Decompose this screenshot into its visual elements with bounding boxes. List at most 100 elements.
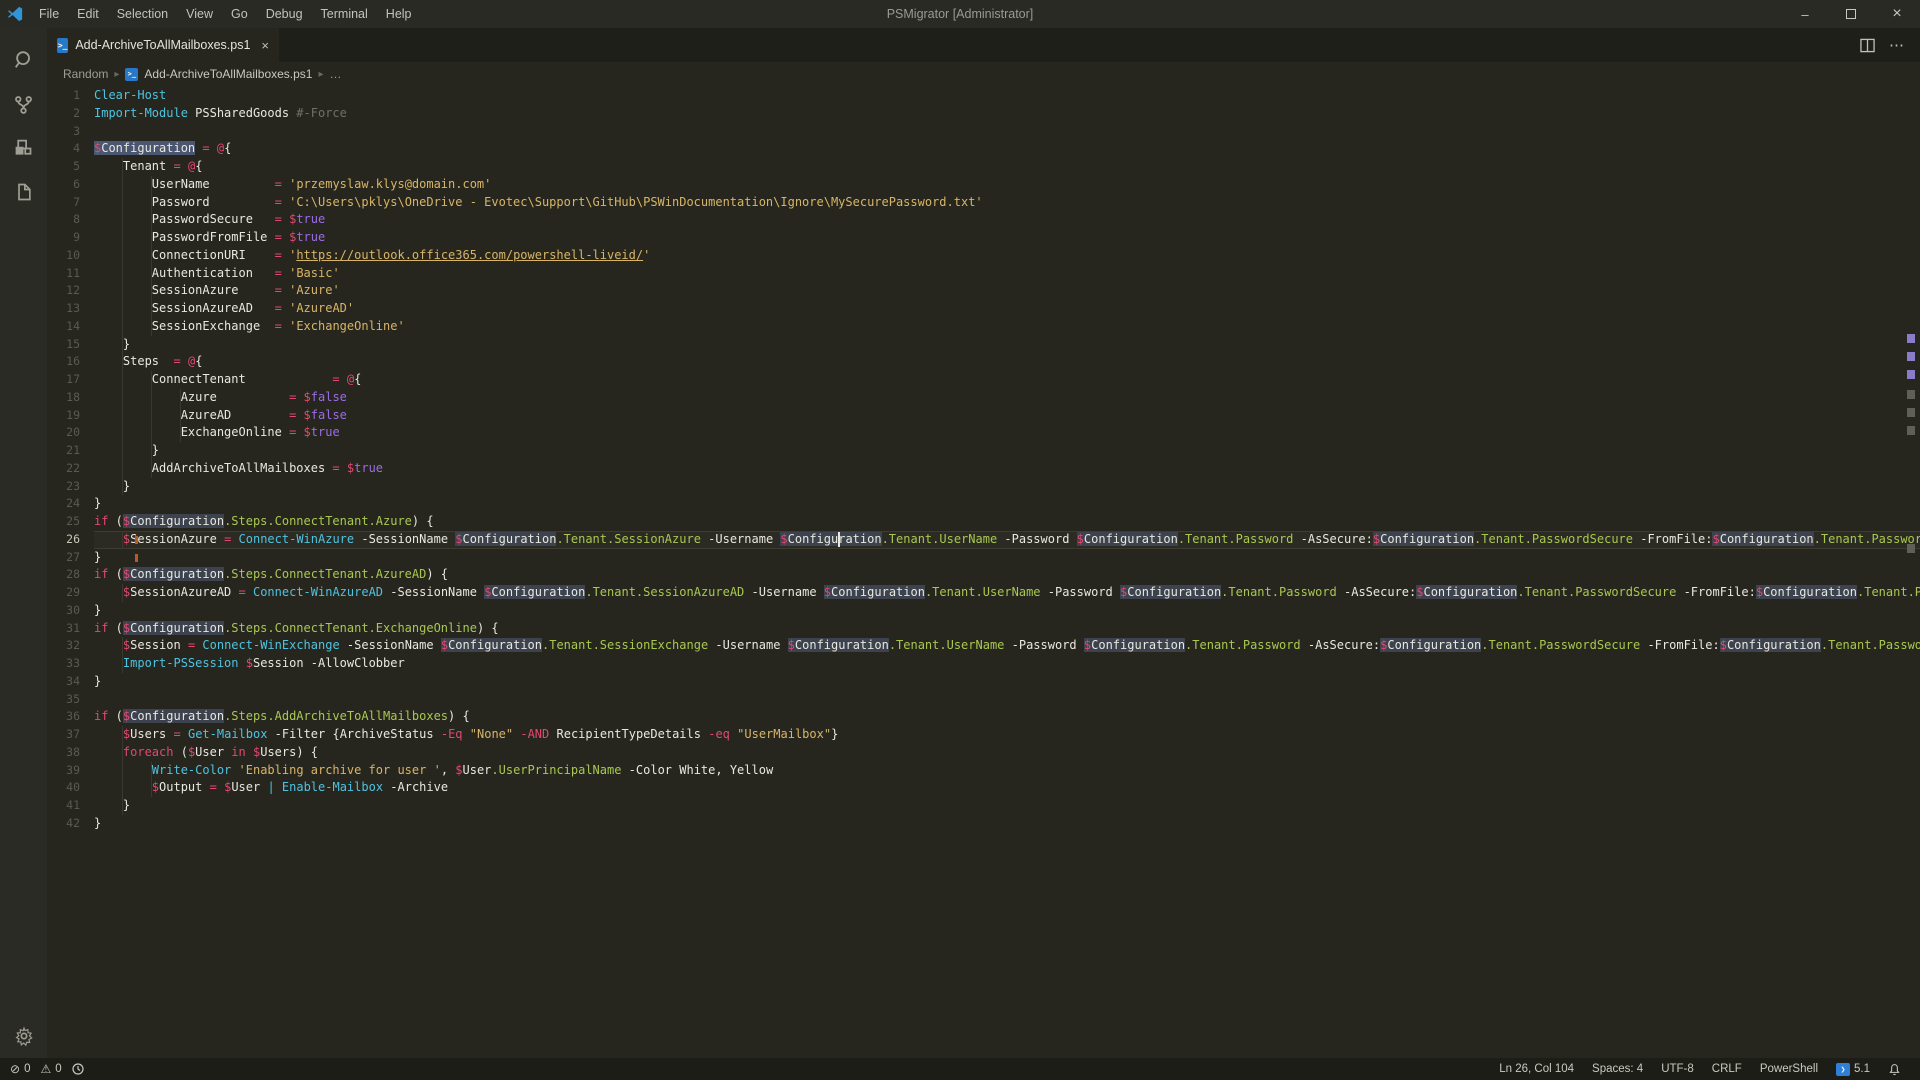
code-line[interactable]: 25if ($Configuration.Steps.ConnectTenant… [47,513,1920,531]
menu-terminal[interactable]: Terminal [312,0,377,28]
cursor-position[interactable]: Ln 26, Col 104 [1490,1063,1583,1075]
code-line[interactable]: 34} [47,673,1920,691]
menu-file[interactable]: File [30,0,68,28]
code-line[interactable]: 17 ConnectTenant = @{ [47,371,1920,389]
indentation[interactable]: Spaces: 4 [1583,1063,1652,1075]
code-line[interactable]: 5 Tenant = @{ [47,158,1920,176]
code-line[interactable]: 2Import-Module PSSharedGoods #-Force [47,105,1920,123]
code-line[interactable]: 29 $SessionAzureAD = Connect-WinAzureAD … [47,584,1920,602]
breadcrumb-folder[interactable]: Random [63,67,108,81]
code-line[interactable]: 38 foreach ($User in $Users) { [47,744,1920,762]
code-line[interactable]: 22 AddArchiveToAllMailboxes = $true [47,460,1920,478]
line-number: 23 [47,478,94,496]
line-number: 27 [47,549,94,567]
line-number: 1 [47,87,94,105]
code-line[interactable]: 30} [47,602,1920,620]
line-number: 2 [47,105,94,123]
chevron-right-icon: ▸ [114,69,119,80]
tab-close-icon[interactable]: × [261,38,269,53]
code-line[interactable]: 40 $Output = $User | Enable-Mailbox -Arc… [47,779,1920,797]
menu-edit[interactable]: Edit [68,0,108,28]
code-line[interactable]: 37 $Users = Get-Mailbox -Filter {Archive… [47,726,1920,744]
warning-icon: ⚠ [40,1062,51,1076]
line-number: 8 [47,211,94,229]
code-line[interactable]: 33 Import-PSSession $Session -AllowClobb… [47,655,1920,673]
code-line[interactable]: 32 $Session = Connect-WinExchange -Sessi… [47,637,1920,655]
code-line[interactable]: 28if ($Configuration.Steps.ConnectTenant… [47,566,1920,584]
menu-go[interactable]: Go [222,0,257,28]
menu-debug[interactable]: Debug [257,0,312,28]
notifications-bell-icon[interactable] [1879,1063,1910,1076]
code-line[interactable]: 7 Password = 'C:\Users\pklys\OneDrive - … [47,194,1920,212]
code-line[interactable]: 31if ($Configuration.Steps.ConnectTenant… [47,620,1920,638]
powershell-session-icon: ❯ [1836,1063,1850,1076]
powershell-session[interactable]: ❯ 5.1 [1827,1063,1879,1076]
code-line[interactable]: 16 Steps = @{ [47,353,1920,371]
problems-errors[interactable]: ⊘ 0 [10,1062,30,1076]
code-line[interactable]: 39 Write-Color 'Enabling archive for use… [47,762,1920,780]
code-line[interactable]: 35 [47,691,1920,709]
minimize-button[interactable]: – [1782,0,1828,28]
line-number: 34 [47,673,94,691]
code-line[interactable]: 10 ConnectionURI = 'https://outlook.offi… [47,247,1920,265]
code-line[interactable]: 41 } [47,797,1920,815]
code-line[interactable]: 9 PasswordFromFile = $true [47,229,1920,247]
code-line[interactable]: 15 } [47,336,1920,354]
line-number: 19 [47,407,94,425]
code-line[interactable]: 27} [47,549,1920,567]
line-number: 40 [47,779,94,797]
source-control-icon[interactable] [0,82,47,126]
menu-bar: FileEditSelectionViewGoDebugTerminalHelp [30,0,421,28]
code-line[interactable]: 6 UserName = 'przemyslaw.klys@domain.com… [47,176,1920,194]
end-of-line[interactable]: CRLF [1703,1063,1751,1075]
language-mode[interactable]: PowerShell [1751,1063,1827,1075]
overview-ruler-mark [1907,334,1915,343]
close-button[interactable]: × [1874,0,1920,28]
tab-label: Add-ArchiveToAllMailboxes.ps1 [75,38,250,52]
menu-selection[interactable]: Selection [108,0,177,28]
maximize-button[interactable] [1828,0,1874,28]
gutter-decoration [135,554,138,562]
code-line[interactable]: 3 [47,123,1920,141]
problems-warnings[interactable]: ⚠ 0 [40,1062,61,1076]
menu-help[interactable]: Help [377,0,421,28]
line-number: 16 [47,353,94,371]
code-line[interactable]: 18 Azure = $false [47,389,1920,407]
explorer-icon[interactable] [0,170,47,214]
more-actions-icon[interactable]: ⋯ [1889,36,1904,54]
code-line[interactable]: 14 SessionExchange = 'ExchangeOnline' [47,318,1920,336]
code-line[interactable]: 4$Configuration = @{ [47,140,1920,158]
code-line[interactable]: 24} [47,495,1920,513]
code-editor[interactable]: 1Clear-Host2Import-Module PSSharedGoods … [47,86,1920,1058]
split-editor-icon[interactable] [1860,38,1875,53]
code-line[interactable]: 1Clear-Host [47,87,1920,105]
code-line[interactable]: 12 SessionAzure = 'Azure' [47,282,1920,300]
encoding[interactable]: UTF-8 [1652,1063,1703,1075]
code-line[interactable]: 13 SessionAzureAD = 'AzureAD' [47,300,1920,318]
search-icon[interactable] [0,38,47,82]
line-number: 11 [47,265,94,283]
line-number: 41 [47,797,94,815]
extensions-icon[interactable] [0,126,47,170]
breadcrumb-symbol[interactable]: … [330,67,342,81]
code-line[interactable]: 11 Authentication = 'Basic' [47,265,1920,283]
code-line[interactable]: 23 } [47,478,1920,496]
breadcrumb: Random ▸ >_ Add-ArchiveToAllMailboxes.ps… [47,62,1920,86]
breadcrumb-file[interactable]: Add-ArchiveToAllMailboxes.ps1 [144,67,312,81]
code-line[interactable]: 21 } [47,442,1920,460]
line-number: 13 [47,300,94,318]
line-number: 3 [47,123,94,141]
line-number: 31 [47,620,94,638]
menu-view[interactable]: View [177,0,222,28]
code-line[interactable]: 42} [47,815,1920,833]
line-number: 26 [47,531,94,549]
chevron-right-icon: ▸ [318,69,323,80]
code-line[interactable]: 36if ($Configuration.Steps.AddArchiveToA… [47,708,1920,726]
code-line[interactable]: 8 PasswordSecure = $true [47,211,1920,229]
clock-icon[interactable] [72,1063,84,1075]
code-line[interactable]: 26 $SessionAzure = Connect-WinAzure -Ses… [47,531,1920,549]
code-line[interactable]: 19 AzureAD = $false [47,407,1920,425]
tab-add-archivetoallmailboxes[interactable]: >_ Add-ArchiveToAllMailboxes.ps1 × [47,28,279,62]
code-line[interactable]: 20 ExchangeOnline = $true [47,424,1920,442]
settings-gear-icon[interactable] [0,1026,47,1046]
